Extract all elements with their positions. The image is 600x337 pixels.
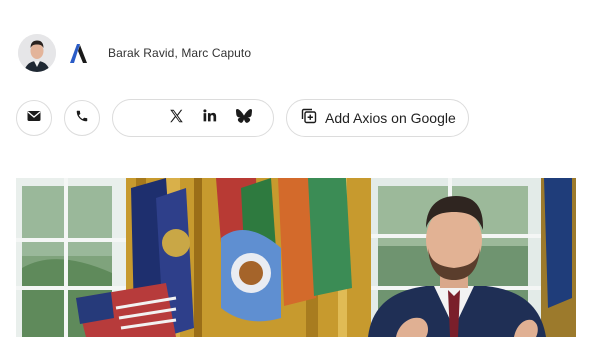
author-names[interactable]: Barak Ravid, Marc Caputo bbox=[108, 46, 251, 60]
add-axios-on-google-label: Add Axios on Google bbox=[325, 110, 456, 126]
linkedin-share-button[interactable] bbox=[193, 101, 227, 135]
author-avatar[interactable] bbox=[18, 34, 56, 72]
linkedin-icon bbox=[203, 109, 217, 127]
headline-clipped: ▀▀▀ ▀▀▀▀▀▀ ▀▀▀▀▀ bbox=[20, 0, 334, 8]
phone-share-button[interactable] bbox=[64, 100, 100, 136]
axios-logo bbox=[64, 39, 92, 67]
bluesky-share-button[interactable] bbox=[227, 101, 261, 135]
share-toolbar: Add Axios on Google bbox=[16, 99, 469, 137]
email-share-button[interactable] bbox=[16, 100, 52, 136]
byline: Barak Ravid, Marc Caputo bbox=[18, 32, 251, 74]
add-source-icon bbox=[301, 108, 317, 129]
social-share-group bbox=[112, 99, 274, 137]
x-share-button[interactable] bbox=[159, 101, 193, 135]
email-icon bbox=[27, 109, 41, 127]
phone-icon bbox=[75, 109, 89, 128]
add-axios-on-google-button[interactable]: Add Axios on Google bbox=[286, 99, 469, 137]
bluesky-icon bbox=[236, 108, 252, 128]
hero-image[interactable] bbox=[16, 178, 576, 337]
x-icon bbox=[169, 109, 184, 128]
